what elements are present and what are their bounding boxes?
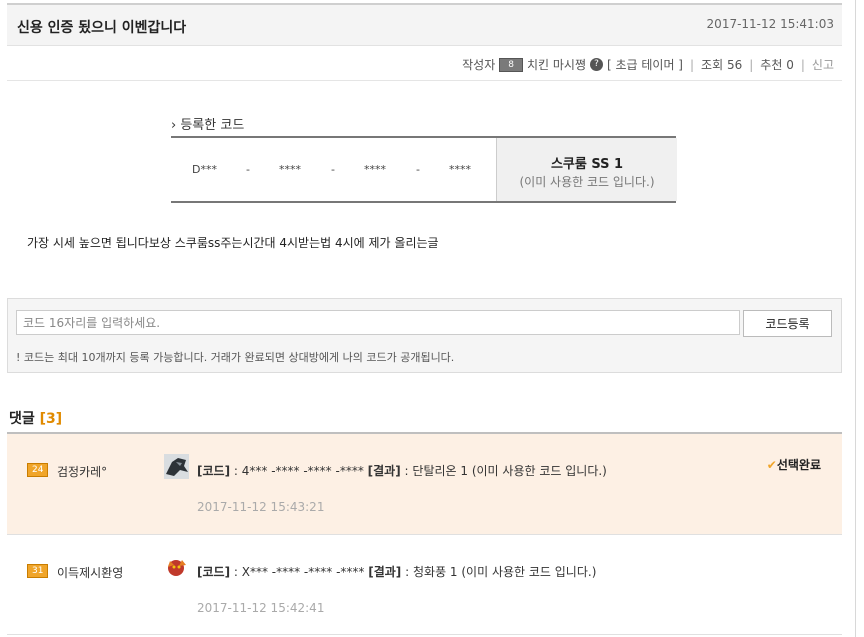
comments-heading: 댓글 [3] <box>9 408 62 428</box>
comment-user[interactable]: 이득제시환영 <box>57 564 123 581</box>
help-icon[interactable]: ? <box>589 58 603 71</box>
comments-label: 댓글 <box>9 411 35 427</box>
meta-divider <box>7 80 842 81</box>
comment-result: : 청화풍 1 (이미 사용한 코드 입니다.) <box>405 565 597 579</box>
code-segment: **** <box>449 163 471 176</box>
comment-item: 24 검정카레° [코드] : 4*** -**** -**** -**** [… <box>7 434 842 535</box>
comment-code: : X*** -**** -**** -**** <box>233 565 365 579</box>
selected-label: 선택완료 <box>776 458 821 472</box>
code-label: [코드] <box>197 565 231 579</box>
check-icon: ✔ <box>766 458 777 472</box>
dark-dragon-avatar-icon <box>164 454 189 479</box>
code-separator: - <box>246 163 250 176</box>
register-note: ! 코드는 최대 10개까지 등록 가능합니다. 거래가 완료되면 상대방에게 … <box>16 351 455 364</box>
author-rank: [ 초급 테이머 ] <box>606 58 683 72</box>
comment-result: : 단탈리온 1 (이미 사용한 코드 입니다.) <box>404 464 607 478</box>
registered-code-table: D*** - **** - **** - **** 스쿠룸 SS 1 (이미 사… <box>171 136 677 203</box>
recommend-count: 0 <box>786 57 794 72</box>
views-label: 조회 <box>701 58 724 72</box>
comment-item: 31 이득제시환영 [코드] : X*** -**** -**** -**** … <box>7 535 842 635</box>
user-level-badge: 31 <box>27 564 49 578</box>
page-right-border <box>855 0 856 637</box>
code-separator: - <box>331 163 335 176</box>
comment-date: 2017-11-12 15:42:41 <box>197 601 325 615</box>
code-label: [코드] <box>197 464 231 478</box>
author-name[interactable]: 치킨 마시쪙 <box>527 56 586 73</box>
chevron-right-icon: › <box>171 118 177 133</box>
post-view: 신용 인증 됬으니 이벤갑니다 2017-11-12 15:41:03 작성자 … <box>7 0 842 637</box>
selected-status: ✔선택완료 <box>767 456 821 473</box>
user-level-badge: 24 <box>27 463 49 477</box>
comment-code: : 4*** -**** -**** -**** <box>233 464 364 478</box>
comment-content: [코드] : 4*** -**** -**** -**** [결과] : 단탈리… <box>197 462 607 479</box>
fire-creature-avatar-icon <box>164 555 189 580</box>
post-title-bar: 신용 인증 됬으니 이벤갑니다 2017-11-12 15:41:03 <box>7 3 842 46</box>
code-result-cell: 스쿠룸 SS 1 (이미 사용한 코드 입니다.) <box>496 138 677 201</box>
prize-status: (이미 사용한 코드 입니다.) <box>519 175 655 189</box>
code-register-box: 코드등록 ! 코드는 최대 10개까지 등록 가능합니다. 거래가 완료되면 상… <box>7 298 842 373</box>
code-segment: **** <box>364 163 386 176</box>
code-separator: - <box>416 163 420 176</box>
result-label: [결과] <box>368 565 402 579</box>
author-label: 작성자 <box>462 58 496 72</box>
comment-user[interactable]: 검정카레° <box>57 463 107 480</box>
views-count: 56 <box>726 57 743 72</box>
result-label: [결과] <box>367 464 401 478</box>
code-segment: **** <box>279 163 301 176</box>
register-code-button[interactable]: 코드등록 <box>743 310 832 337</box>
code-input[interactable] <box>16 310 740 335</box>
meta-separator: | <box>690 57 695 72</box>
code-segments: D*** - **** - **** - **** <box>171 138 496 201</box>
post-body: 가장 시세 높으면 됩니다보상 스쿠룸ss주는시간대 4시받는법 4시에 제가 … <box>27 236 439 250</box>
comment-date: 2017-11-12 15:43:21 <box>197 500 325 514</box>
post-title: 신용 인증 됬으니 이벤갑니다 <box>17 20 187 36</box>
comments-count: [3] <box>39 411 63 427</box>
registered-code-heading: › 등록한 코드 <box>171 114 244 133</box>
code-segment: D*** <box>192 163 217 176</box>
meta-separator: | <box>749 57 754 72</box>
post-date: 2017-11-12 15:41:03 <box>706 17 834 31</box>
registered-code-heading-label: 등록한 코드 <box>180 118 245 133</box>
report-link[interactable]: 신고 <box>812 56 834 73</box>
prize-name: 스쿠룸 SS 1 <box>550 157 624 172</box>
level-badge: 8 <box>499 57 523 72</box>
comment-content: [코드] : X*** -**** -**** -**** [결과] : 청화풍… <box>197 563 596 580</box>
meta-separator: | <box>800 57 805 72</box>
recommend-label: 추천 <box>760 58 783 72</box>
post-meta: 작성자 8 치킨 마시쪙 ? [ 초급 테이머 ] | 조회 56 | 추천 0… <box>462 56 834 73</box>
